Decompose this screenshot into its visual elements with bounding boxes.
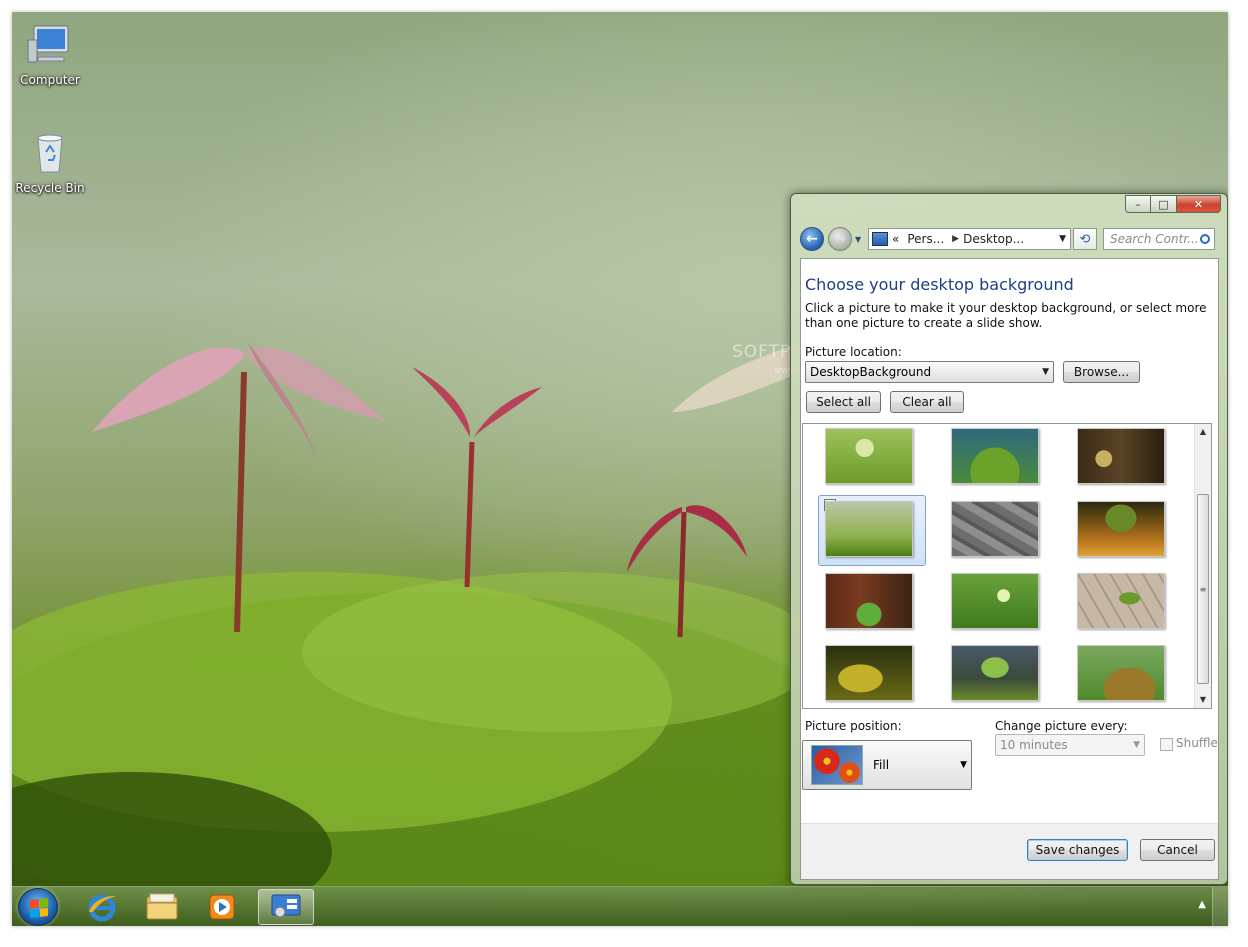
- gallery-scrollbar[interactable]: ▲ ≡ ▼: [1194, 424, 1211, 708]
- breadcrumb-chevron-icon[interactable]: ▶: [952, 234, 959, 244]
- save-changes-button[interactable]: Save changes: [1027, 839, 1128, 861]
- page-description: Click a picture to make it your desktop …: [805, 301, 1207, 330]
- thumbnail-hill-sprout[interactable]: [1077, 645, 1165, 701]
- thumbnail-redwood-fern[interactable]: [825, 573, 913, 629]
- thumbnail-moss-stream[interactable]: [951, 428, 1039, 484]
- select-all-button[interactable]: Select all: [806, 391, 881, 413]
- taskbar-control-panel[interactable]: [258, 889, 314, 925]
- search-input[interactable]: Search Contr...: [1103, 228, 1215, 250]
- taskbar-windows-explorer[interactable]: [134, 889, 190, 925]
- shuffle-label: Shuffle: [1176, 736, 1218, 750]
- content-pane: Choose your desktop background Click a p…: [800, 258, 1219, 880]
- desktop-icon-computer[interactable]: Computer: [12, 20, 88, 87]
- thumbnail-sunlit-sprout[interactable]: [1077, 501, 1165, 557]
- media-player-icon: [209, 894, 235, 920]
- thumbnail-forest-sapling[interactable]: [1077, 428, 1165, 484]
- desktop-background-window: – □ ✕ ← → ▼ « Pers... ▶ Desktop... ▼ ⟲ S…: [790, 193, 1228, 885]
- address-bar[interactable]: « Pers... ▶ Desktop... ▼: [868, 228, 1071, 250]
- thumbnail-sprout[interactable]: [825, 428, 913, 484]
- scroll-up-icon[interactable]: ▲: [1195, 424, 1211, 440]
- desktop: SOFTPEDIA www.softpedia.com Computer Rec…: [12, 12, 1228, 926]
- recycle-bin-icon: [37, 134, 63, 173]
- scroll-down-icon[interactable]: ▼: [1195, 692, 1211, 708]
- thumbnail-red-sprouts[interactable]: [825, 501, 913, 557]
- refresh-icon: ⟲: [1079, 231, 1091, 247]
- start-button[interactable]: [18, 888, 58, 926]
- thumbnail-dry-earth[interactable]: [1077, 573, 1165, 629]
- address-prefix: «: [892, 232, 900, 246]
- desktop-icon-label: Computer: [20, 73, 80, 87]
- shuffle-checkbox[interactable]: [1160, 738, 1173, 751]
- desktop-icon-label: Recycle Bin: [15, 181, 85, 195]
- folder-icon: [146, 893, 178, 920]
- forward-button[interactable]: →: [828, 227, 852, 251]
- wallpaper-art: [12, 342, 812, 886]
- picture-location-label: Picture location:: [805, 345, 902, 359]
- position-preview-image: [811, 745, 863, 785]
- picture-location-value: DesktopBackground: [810, 365, 932, 379]
- control-panel-icon: [271, 894, 301, 918]
- search-placeholder: Search Contr...: [1110, 232, 1199, 246]
- browse-button[interactable]: Browse...: [1063, 361, 1140, 383]
- maximize-button[interactable]: □: [1151, 195, 1177, 213]
- clear-all-button[interactable]: Clear all: [890, 391, 964, 413]
- thumbnail-leaf-sprout[interactable]: [951, 645, 1039, 701]
- picture-gallery: ✓ ▲ ≡: [802, 423, 1212, 709]
- change-interval-select[interactable]: 10 minutes ▼: [995, 734, 1145, 756]
- taskbar: ▲: [12, 886, 1228, 926]
- chevron-down-icon: ▼: [960, 760, 967, 770]
- change-picture-label: Change picture every:: [995, 719, 1128, 733]
- page-title: Choose your desktop background: [805, 275, 1074, 294]
- thumbnail-stone-wall[interactable]: [951, 501, 1039, 557]
- chevron-down-icon: ▼: [1042, 367, 1049, 377]
- breadcrumb-desktop-background[interactable]: Desktop...: [963, 232, 1024, 246]
- picture-position-select[interactable]: Fill ▼: [802, 740, 972, 790]
- breadcrumb-personalization[interactable]: Pers...: [907, 232, 944, 246]
- address-dropdown-icon[interactable]: ▼: [1059, 234, 1066, 244]
- back-button[interactable]: ←: [800, 227, 824, 251]
- picture-position-value: Fill: [873, 758, 890, 772]
- minimize-button[interactable]: –: [1125, 195, 1151, 213]
- windows-logo-icon: [30, 898, 48, 918]
- close-button[interactable]: ✕: [1177, 195, 1221, 213]
- control-panel-icon: [872, 232, 888, 246]
- search-icon: [1200, 234, 1210, 244]
- recent-pages-dropdown-icon[interactable]: ▼: [855, 235, 861, 244]
- chevron-down-icon: ▼: [1133, 740, 1140, 750]
- computer-icon: [27, 25, 69, 63]
- show-desktop-button[interactable]: [1212, 887, 1228, 926]
- internet-explorer-icon: [88, 894, 116, 922]
- desktop-icon-recycle-bin[interactable]: Recycle Bin: [12, 128, 88, 195]
- dialog-footer: Save changes Cancel: [801, 823, 1218, 879]
- change-interval-value: 10 minutes: [1000, 738, 1068, 752]
- thumbnail-green-bokeh[interactable]: [951, 573, 1039, 629]
- show-hidden-icons-button[interactable]: ▲: [1198, 899, 1206, 910]
- picture-position-label: Picture position:: [805, 719, 902, 733]
- thumbnail-moss-log[interactable]: [825, 645, 913, 701]
- scroll-thumb[interactable]: ≡: [1197, 494, 1209, 684]
- navigation-bar: ← → ▼ « Pers... ▶ Desktop... ▼ ⟲ Search …: [800, 225, 1219, 253]
- cancel-button[interactable]: Cancel: [1140, 839, 1215, 861]
- caption-buttons: – □ ✕: [1125, 195, 1221, 213]
- refresh-button[interactable]: ⟲: [1073, 228, 1097, 250]
- taskbar-media-player[interactable]: [194, 889, 250, 925]
- taskbar-internet-explorer[interactable]: [74, 889, 130, 925]
- picture-location-select[interactable]: DesktopBackground ▼: [805, 361, 1054, 383]
